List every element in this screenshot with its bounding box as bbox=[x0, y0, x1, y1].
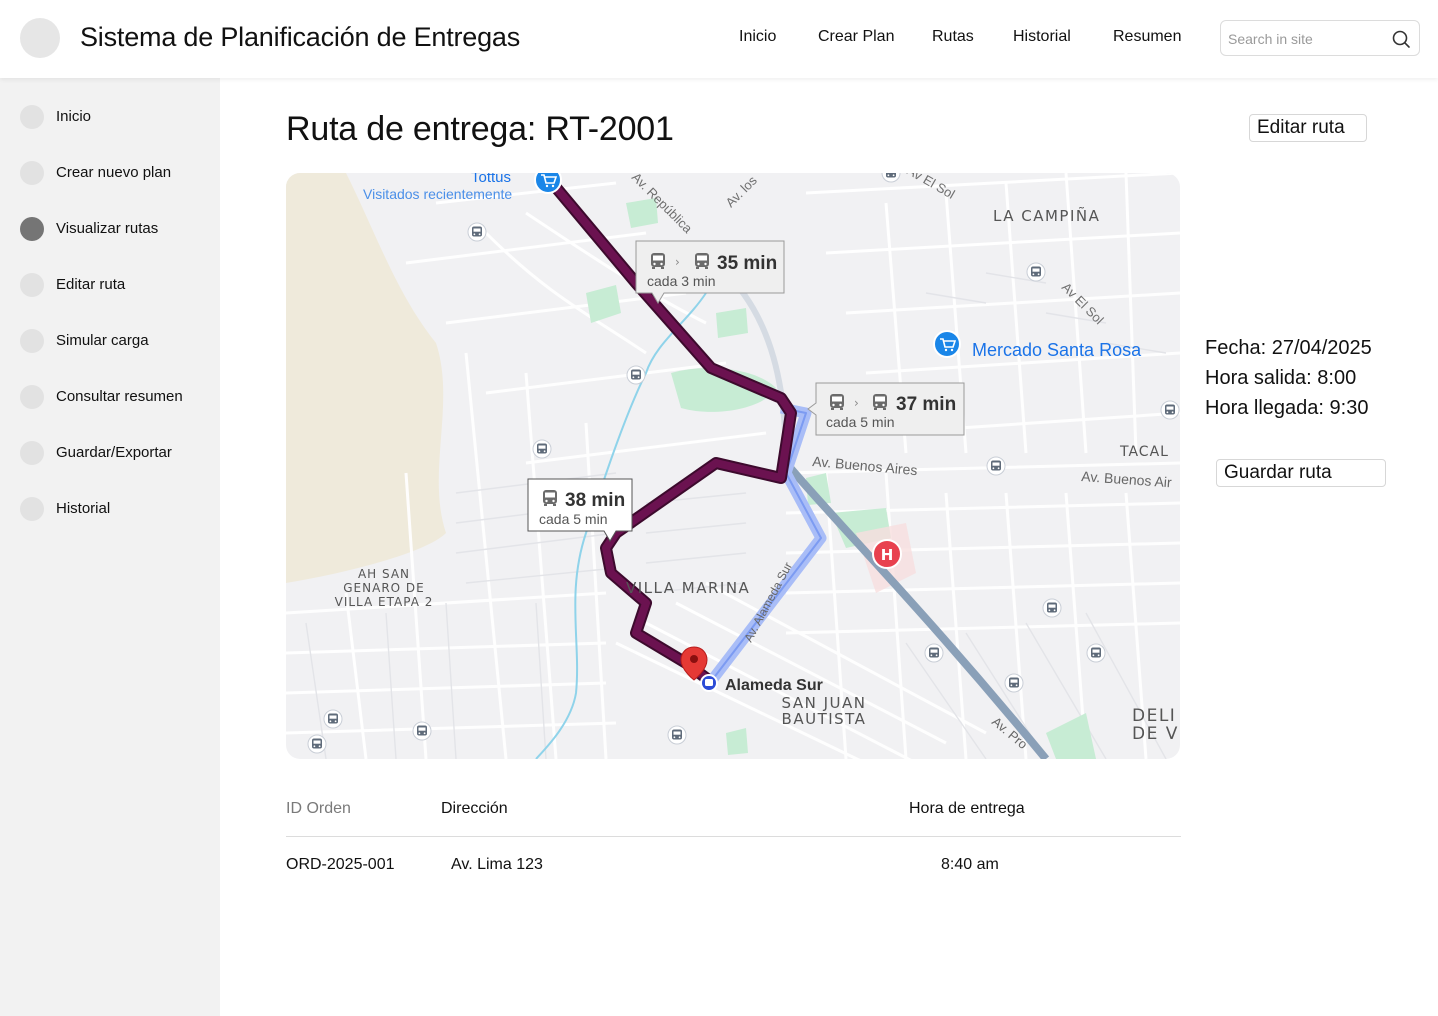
search-box[interactable] bbox=[1220, 20, 1420, 56]
map-label-deli: DELI bbox=[1132, 706, 1176, 726]
table-cell-id: ORD-2025-001 bbox=[286, 856, 395, 873]
transfer-chevron-icon: › bbox=[854, 396, 859, 410]
bus-icon bbox=[543, 490, 557, 506]
sidebar-item-consultar-resumen[interactable]: Consultar resumen bbox=[20, 385, 210, 411]
route-arrival-time: Hora llegada: 9:30 bbox=[1205, 397, 1369, 419]
sidebar-item-label: Simular carga bbox=[56, 332, 149, 349]
callout-frequency: cada 5 min bbox=[539, 511, 607, 527]
sidebar-item-editar-ruta[interactable]: Editar ruta bbox=[20, 273, 210, 299]
bus-icon bbox=[873, 394, 887, 410]
nav-crear-plan[interactable]: Crear Plan bbox=[818, 28, 894, 46]
sidebar-item-visualizar-rutas[interactable]: Visualizar rutas bbox=[20, 217, 210, 243]
map-label-tacal: TACAL bbox=[1119, 444, 1169, 460]
route-date: Fecha: 27/04/2025 bbox=[1205, 337, 1372, 359]
sidebar-item-icon bbox=[20, 105, 44, 129]
table-cell-direccion: Av. Lima 123 bbox=[451, 856, 543, 873]
sidebar-item-label: Historial bbox=[56, 500, 111, 517]
sidebar-item-icon bbox=[20, 161, 44, 185]
map-label-genaro-de: GENARO DE bbox=[343, 581, 425, 595]
callout-time: 35 min bbox=[717, 253, 777, 274]
sidebar-item-guardar-exportar[interactable]: Guardar/Exportar bbox=[20, 441, 210, 467]
nav-inicio[interactable]: Inicio bbox=[739, 28, 776, 46]
edit-route-button[interactable]: Editar ruta bbox=[1249, 114, 1367, 142]
bus-icon bbox=[830, 394, 844, 410]
save-route-button[interactable]: Guardar ruta bbox=[1216, 459, 1386, 487]
map-label-de-v: DE V bbox=[1132, 724, 1179, 744]
table-divider bbox=[286, 836, 1181, 837]
map-label-villa-etapa: VILLA ETAPA 2 bbox=[335, 595, 434, 609]
map-label-alameda-sur: Alameda Sur bbox=[725, 677, 823, 694]
sidebar-item-icon bbox=[20, 217, 44, 241]
search-icon[interactable] bbox=[1391, 29, 1411, 49]
sidebar-item-label: Consultar resumen bbox=[56, 388, 183, 405]
nav-historial[interactable]: Historial bbox=[1013, 28, 1071, 46]
map-label-la-campina: LA CAMPIÑA bbox=[993, 206, 1100, 225]
route-map[interactable]: Tottus Visitados recientemente Av. Repúb… bbox=[286, 173, 1180, 759]
top-header: Sistema de Planificación de Entregas Ini… bbox=[0, 0, 1438, 78]
sidebar-item-historial[interactable]: Historial bbox=[20, 497, 210, 523]
callout-time: 38 min bbox=[565, 490, 625, 511]
sidebar-item-icon bbox=[20, 497, 44, 521]
map-label-visitados: Visitados recientemente bbox=[363, 186, 512, 202]
map-label-tottus: Tottus bbox=[471, 173, 511, 186]
callout-frequency: cada 5 min bbox=[826, 414, 894, 430]
page-title: Ruta de entrega: RT-2001 bbox=[286, 110, 674, 148]
bus-icon bbox=[651, 253, 665, 269]
tottus-poi-icon[interactable] bbox=[534, 173, 562, 194]
table-header-hora: Hora de entrega bbox=[909, 800, 1025, 817]
route-callout-2[interactable]: › 37 min cada 5 min bbox=[807, 382, 965, 436]
route-departure-time: Hora salida: 8:00 bbox=[1205, 367, 1357, 389]
sidebar: Inicio Crear nuevo plan Visualizar rutas… bbox=[0, 78, 220, 1016]
sidebar-item-crear-nuevo-plan[interactable]: Crear nuevo plan bbox=[20, 161, 210, 187]
sidebar-item-simular-carga[interactable]: Simular carga bbox=[20, 329, 210, 355]
map-label-ah-san: AH SAN bbox=[358, 567, 410, 581]
sidebar-item-label: Crear nuevo plan bbox=[56, 164, 172, 181]
bus-station-icon[interactable] bbox=[700, 674, 718, 692]
map-canvas[interactable]: Tottus Visitados recientemente Av. Repúb… bbox=[286, 173, 1180, 759]
nav-resumen[interactable]: Resumen bbox=[1113, 28, 1181, 46]
sidebar-item-label: Guardar/Exportar bbox=[56, 444, 172, 461]
app-title: Sistema de Planificación de Entregas bbox=[80, 22, 521, 52]
bus-icon bbox=[695, 253, 709, 269]
callout-time: 37 min bbox=[896, 394, 956, 415]
sidebar-item-icon bbox=[20, 273, 44, 297]
sidebar-item-label: Visualizar rutas bbox=[56, 220, 159, 237]
sidebar-item-label: Editar ruta bbox=[56, 276, 126, 293]
nav-rutas[interactable]: Rutas bbox=[932, 28, 974, 46]
svg-text:H: H bbox=[881, 546, 894, 564]
table-header-id: ID Orden bbox=[286, 800, 351, 817]
sidebar-item-icon bbox=[20, 441, 44, 465]
table-header-direccion: Dirección bbox=[441, 800, 508, 817]
map-label-mercado: Mercado Santa Rosa bbox=[972, 340, 1142, 360]
sidebar-item-label: Inicio bbox=[56, 108, 92, 125]
sidebar-item-icon bbox=[20, 329, 44, 353]
sidebar-item-icon bbox=[20, 385, 44, 409]
app-logo[interactable] bbox=[20, 18, 60, 58]
sidebar-item-inicio[interactable]: Inicio bbox=[20, 105, 210, 131]
hospital-icon[interactable]: H bbox=[872, 539, 902, 569]
callout-frequency: cada 3 min bbox=[647, 273, 715, 289]
search-input[interactable] bbox=[1228, 29, 1388, 49]
map-label-villa-marina: VILLA MARINA bbox=[626, 579, 750, 597]
table-cell-hora: 8:40 am bbox=[941, 856, 999, 873]
mercado-poi-icon[interactable] bbox=[933, 330, 961, 358]
transfer-chevron-icon: › bbox=[675, 255, 680, 269]
map-label-bautista: BAUTISTA bbox=[782, 710, 867, 728]
